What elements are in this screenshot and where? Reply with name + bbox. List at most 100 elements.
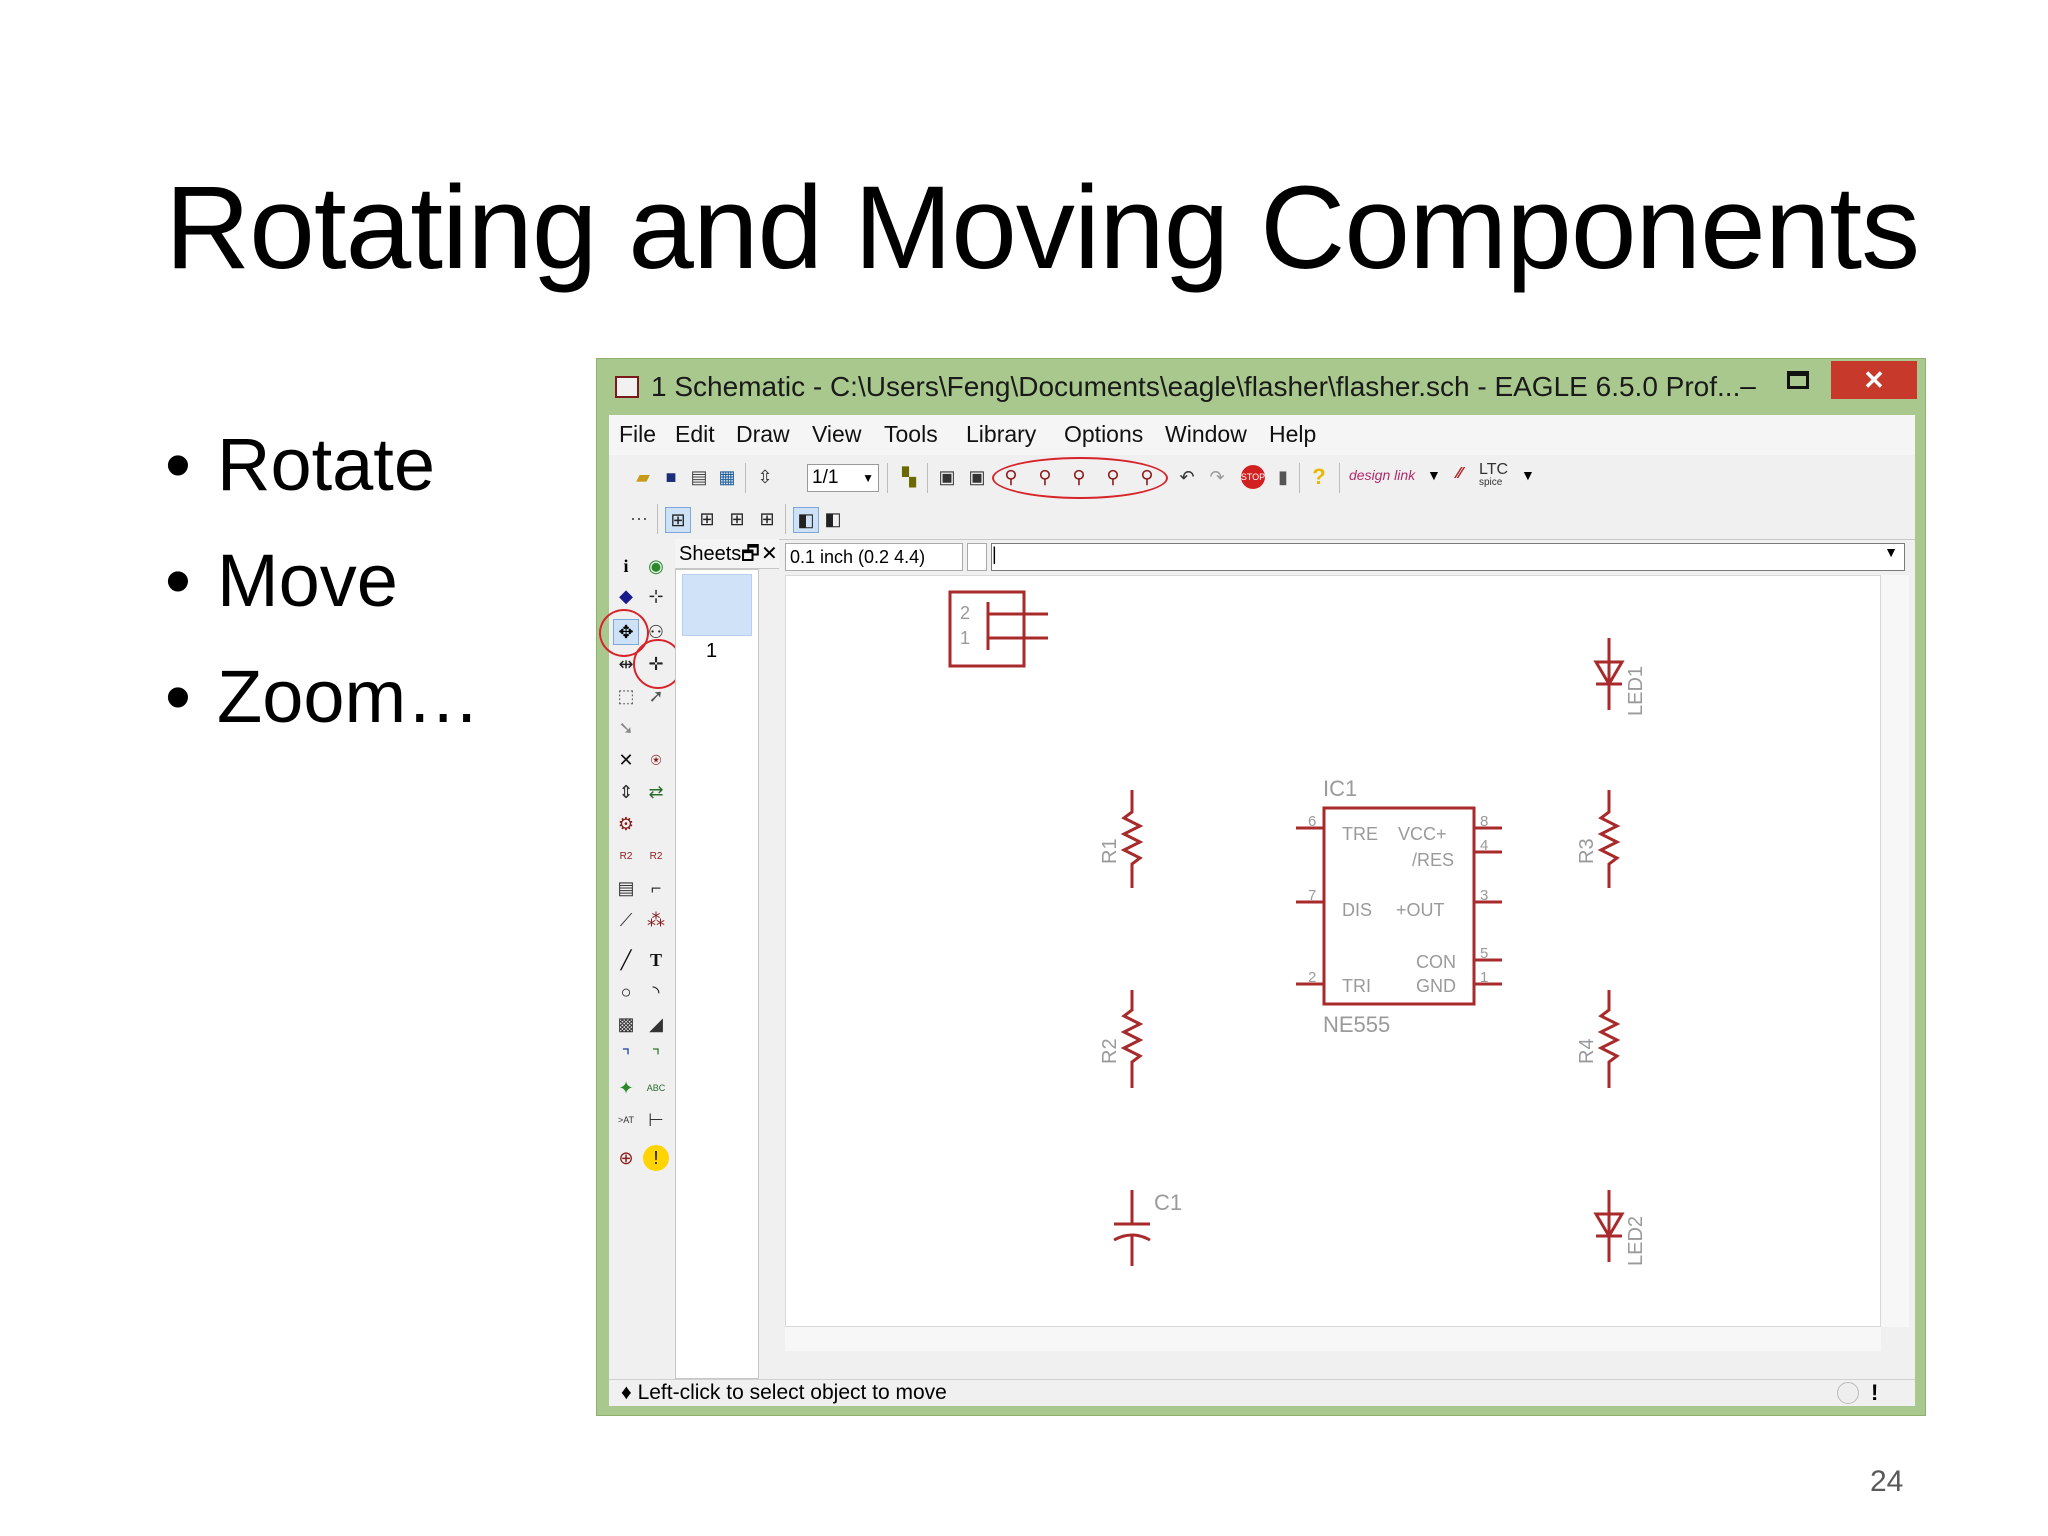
- layout-quad-icon[interactable]: ⊞: [725, 507, 749, 531]
- attribute-icon[interactable]: >AT: [613, 1107, 639, 1133]
- bus-icon[interactable]: ⌝: [613, 1043, 639, 1069]
- replace-icon[interactable]: ⚙: [613, 811, 639, 837]
- undo-icon[interactable]: ↶: [1175, 465, 1199, 489]
- zoom-redraw-icon[interactable]: ⚲: [1101, 465, 1125, 489]
- delete-icon[interactable]: ✕: [613, 747, 639, 773]
- save-icon[interactable]: ■: [659, 465, 683, 489]
- zoom-in-icon[interactable]: ⚲: [1033, 465, 1057, 489]
- canvas-horizontal-scrollbar[interactable]: [785, 1327, 1881, 1351]
- ic-label: GND: [1416, 976, 1456, 996]
- dimension-icon[interactable]: ⊢: [643, 1107, 669, 1133]
- sheet-thumbnail[interactable]: [682, 574, 752, 636]
- zoom-out-icon[interactable]: ⚲: [1067, 465, 1091, 489]
- client-area: File Edit Draw View Tools Library Option…: [599, 415, 1915, 1406]
- invoke-icon[interactable]: ⁂: [643, 907, 669, 933]
- ltc-dropdown-icon[interactable]: ▼: [1521, 467, 1535, 483]
- menu-help[interactable]: Help: [1269, 421, 1316, 448]
- menu-file[interactable]: File: [619, 421, 656, 448]
- junction-icon[interactable]: ✦: [613, 1075, 639, 1101]
- cam-icon[interactable]: ▦: [715, 465, 739, 489]
- sheet-select[interactable]: 1/1 ▼: [807, 464, 879, 492]
- ic-label: +OUT: [1396, 900, 1445, 920]
- erc-icon[interactable]: ⊕: [613, 1145, 639, 1171]
- mark-icon[interactable]: ⊹: [643, 583, 669, 609]
- copy-icon[interactable]: ⚇: [643, 619, 669, 645]
- layer-box[interactable]: [967, 543, 987, 571]
- designlink-button[interactable]: design link: [1349, 467, 1415, 483]
- errors-icon[interactable]: !: [643, 1145, 669, 1171]
- stop-icon[interactable]: STOP: [1241, 465, 1265, 489]
- ic-value: NE555: [1323, 1012, 1390, 1037]
- alert-icon[interactable]: !: [1871, 1380, 1878, 1406]
- board-switch-icon[interactable]: ▚: [897, 465, 921, 489]
- canvas-vertical-scrollbar[interactable]: [1881, 575, 1909, 1327]
- close-panel-icon[interactable]: ✕: [761, 539, 778, 569]
- menu-library[interactable]: Library: [966, 421, 1036, 448]
- text-icon[interactable]: T: [643, 947, 669, 973]
- paste-icon[interactable]: ➘: [613, 715, 639, 741]
- command-input[interactable]: | ▼: [991, 543, 1905, 571]
- wire-icon[interactable]: ╱: [613, 947, 639, 973]
- bullet-item: • Move: [165, 539, 398, 622]
- label-icon[interactable]: ABC: [643, 1075, 669, 1101]
- change-icon[interactable]: ➚: [643, 683, 669, 709]
- show-icon[interactable]: ◉: [643, 553, 669, 579]
- name-icon[interactable]: R2: [613, 843, 639, 869]
- layout-side-icon[interactable]: ⊞: [755, 507, 779, 531]
- command-dropdown-icon[interactable]: ▼: [1884, 544, 1898, 560]
- designlink-dropdown-icon[interactable]: ▼: [1427, 467, 1441, 483]
- gateswap-icon[interactable]: ⇄: [643, 779, 669, 805]
- title-bar[interactable]: 1 Schematic - C:\Users\Feng\Documents\ea…: [597, 359, 1925, 411]
- window-title: 1 Schematic - C:\Users\Feng\Documents\ea…: [651, 371, 1741, 402]
- redo-icon[interactable]: ↷: [1205, 465, 1229, 489]
- group-icon[interactable]: ⬚: [613, 683, 639, 709]
- display-icon[interactable]: ◆: [613, 583, 639, 609]
- move-icon[interactable]: ✥: [613, 619, 639, 645]
- maximize-button[interactable]: [1787, 371, 1809, 389]
- panel-right-icon[interactable]: ◧: [821, 507, 845, 531]
- sheet-icon[interactable]: ⇳: [753, 465, 777, 489]
- value-icon[interactable]: R2: [643, 843, 669, 869]
- script-icon[interactable]: ▣: [935, 465, 959, 489]
- menu-tools[interactable]: Tools: [884, 421, 938, 448]
- zoom-fit-icon[interactable]: ⚲: [999, 465, 1023, 489]
- help-icon[interactable]: ?: [1307, 465, 1331, 489]
- panel-left-icon[interactable]: ◧: [793, 507, 819, 533]
- bullet-text: Rotate: [217, 423, 436, 506]
- float-panel-icon[interactable]: 🗗: [741, 539, 760, 569]
- menu-view[interactable]: View: [812, 421, 861, 448]
- schematic-canvas[interactable]: 2 1 IC1 NE555 6 7 2 8 4 3 5 1 TRE VCC+ /…: [785, 575, 1881, 1327]
- close-button[interactable]: ✕: [1831, 361, 1917, 399]
- grid-icon[interactable]: ⋯: [627, 507, 651, 531]
- minimize-button[interactable]: –: [1733, 371, 1763, 401]
- net-icon[interactable]: ⌝: [643, 1043, 669, 1069]
- smash-icon[interactable]: ▤: [613, 875, 639, 901]
- mirror-icon[interactable]: ⇹: [613, 651, 639, 677]
- go-icon[interactable]: ▮: [1271, 465, 1295, 489]
- zoom-select-icon[interactable]: ⚲: [1135, 465, 1159, 489]
- main-toolbar: ▰ ■ ▤ ▦ ⇳ 1/1 ▼ ▚ ▣ ▣ ⚲ ⚲ ⚲ ⚲ ⚲ ↶ ↷ STOP …: [609, 455, 1915, 500]
- print-icon[interactable]: ▤: [687, 465, 711, 489]
- polygon-icon[interactable]: ◢: [643, 1011, 669, 1037]
- sheets-tab[interactable]: Sheets: [679, 543, 741, 565]
- open-icon[interactable]: ▰: [631, 465, 655, 489]
- menu-draw[interactable]: Draw: [736, 421, 790, 448]
- arc-icon[interactable]: ◝: [643, 979, 669, 1005]
- bullet-item: • Zoom…: [165, 655, 481, 738]
- sheets-scrollbar[interactable]: [761, 569, 779, 1379]
- rect-icon[interactable]: ▩: [613, 1011, 639, 1037]
- split-icon[interactable]: ⟋: [613, 907, 639, 933]
- menu-window[interactable]: Window: [1165, 421, 1247, 448]
- add-icon[interactable]: ⍟: [643, 747, 669, 773]
- layout-full-icon[interactable]: ⊞: [665, 507, 691, 533]
- pinswap-icon[interactable]: ⇕: [613, 779, 639, 805]
- rotate-icon[interactable]: ✛: [643, 651, 669, 677]
- miter-icon[interactable]: ⌐: [643, 875, 669, 901]
- ulp-icon[interactable]: ▣: [965, 465, 989, 489]
- circle-icon[interactable]: ○: [613, 979, 639, 1005]
- menu-options[interactable]: Options: [1064, 421, 1143, 448]
- info-icon[interactable]: i: [613, 553, 639, 579]
- layout-split-icon[interactable]: ⊞: [695, 507, 719, 531]
- menu-edit[interactable]: Edit: [675, 421, 715, 448]
- app-icon[interactable]: [615, 376, 639, 398]
